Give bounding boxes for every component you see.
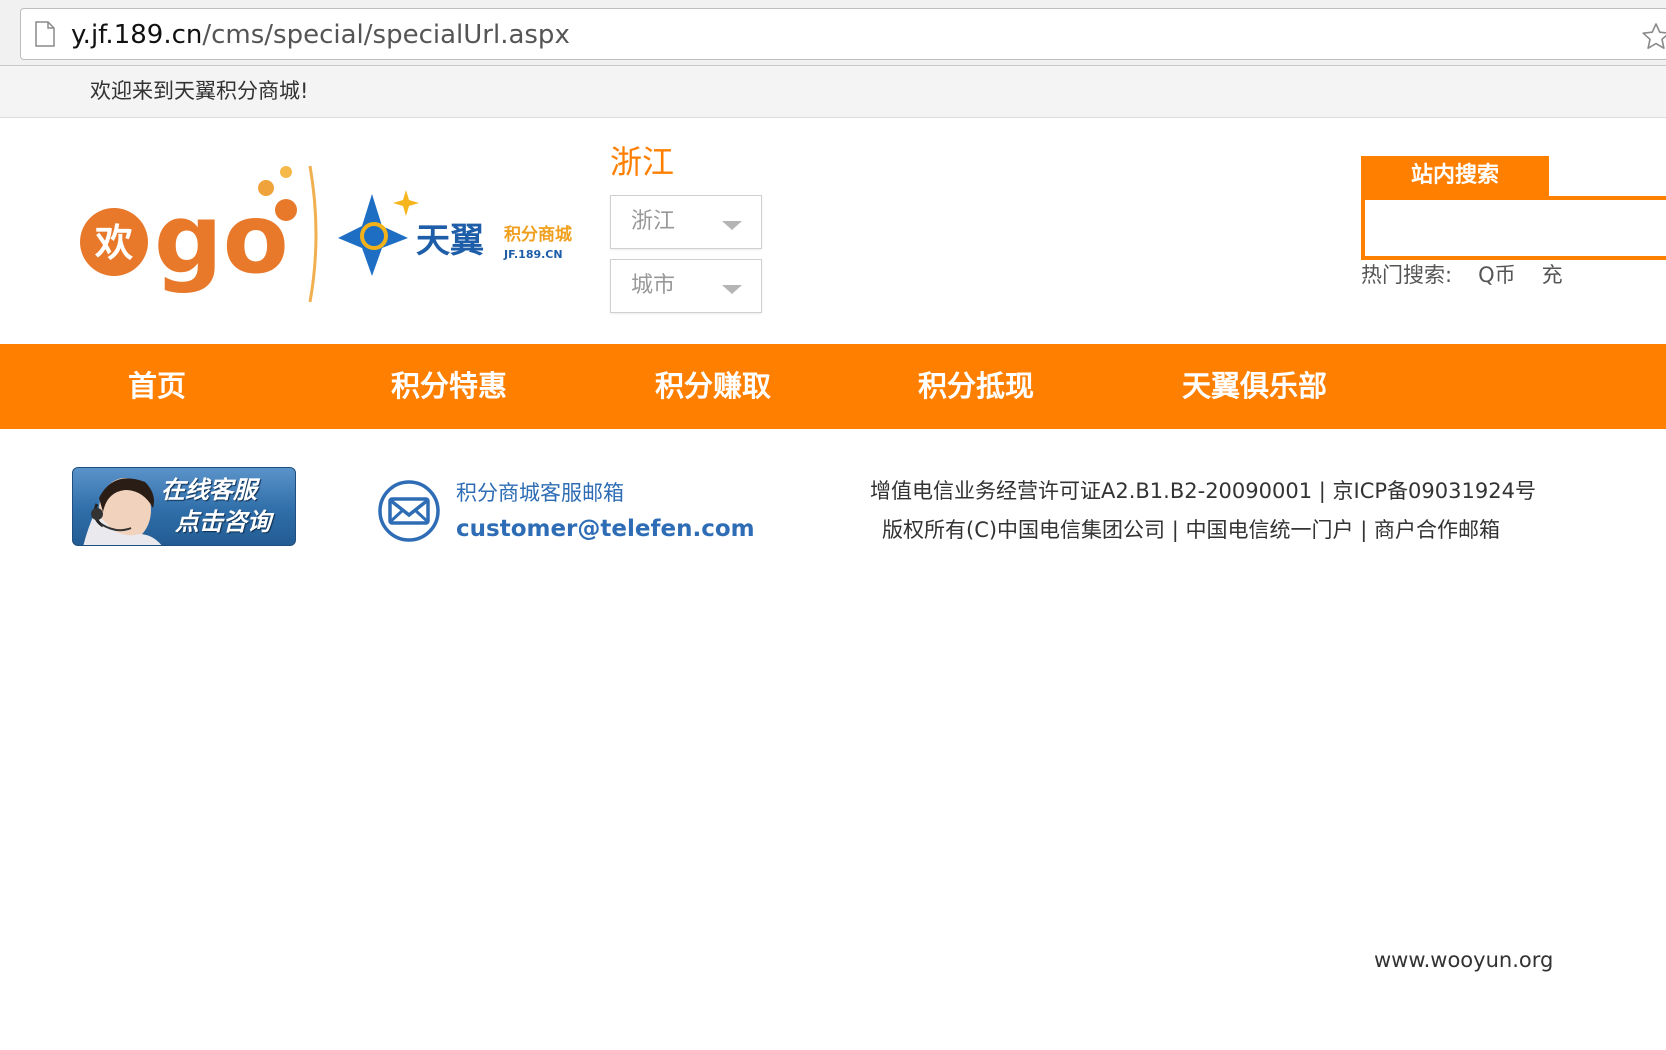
separator: | [1318, 479, 1326, 503]
merchant-mail-link[interactable]: 商户合作邮箱 [1374, 518, 1500, 542]
telecom-permit: 增值电信业务经营许可证A2.B1.B2-20090001 [870, 479, 1313, 503]
svg-text:go: go [154, 183, 289, 295]
nav-item-points-cash[interactable]: 积分抵现 [918, 368, 1034, 404]
watermark: www.wooyun.org [1374, 948, 1554, 972]
svg-text:JF.189.CN: JF.189.CN [503, 248, 563, 261]
service-mail-address[interactable]: customer@telefen.com [456, 515, 755, 543]
svg-text:欢: 欢 [94, 221, 133, 265]
url-host: y.jf.189.cn [71, 20, 203, 50]
welcome-bar: 欢迎来到天翼积分商城! [0, 66, 1666, 118]
online-service-button[interactable]: 在线客服 点击咨询 [72, 467, 296, 546]
copyright-line: 版权所有(C)中国电信集团公司 | 中国电信统一门户 | 商户合作邮箱 [882, 516, 1500, 544]
service-line-online: 在线客服 [161, 476, 257, 504]
portal-link[interactable]: 中国电信统一门户 [1186, 518, 1354, 542]
search-input-wrapper [1361, 196, 1666, 260]
hot-search-link-qcoin[interactable]: Q币 [1478, 263, 1516, 287]
service-mail-title: 积分商城客服邮箱 [456, 481, 624, 505]
search-input[interactable] [1365, 200, 1666, 256]
hot-search-link-recharge[interactable]: 充 [1542, 263, 1563, 287]
page-icon [35, 21, 55, 47]
bookmark-star-icon[interactable] [1641, 22, 1666, 50]
nav-item-home[interactable]: 首页 [128, 368, 186, 404]
license-line: 增值电信业务经营许可证A2.B1.B2-20090001 | 京ICP备0903… [870, 477, 1536, 505]
huan-go-logo[interactable]: 欢 go [76, 160, 326, 310]
svg-text:天翼: 天翼 [416, 221, 484, 261]
nav-item-points-deals[interactable]: 积分特惠 [391, 368, 507, 404]
city-select[interactable]: 城市 [610, 259, 762, 313]
nav-item-tianyi-club[interactable]: 天翼俱乐部 [1182, 368, 1327, 404]
city-select-value: 城市 [631, 273, 676, 298]
url-path: /cms/special/specialUrl.aspx [202, 20, 570, 50]
svg-text:积分商城: 积分商城 [504, 224, 572, 245]
tianyi-jf-logo[interactable]: 天翼 积分商城 JF.189.CN [336, 186, 586, 278]
main-nav: 首页 积分特惠 积分赚取 积分抵现 天翼俱乐部 [0, 344, 1666, 429]
separator: | [1171, 518, 1179, 542]
chevron-down-icon [722, 285, 742, 294]
mail-icon [378, 480, 440, 542]
province-select-value: 浙江 [631, 209, 676, 234]
separator: | [1360, 518, 1368, 542]
service-line-consult: 点击咨询 [175, 508, 271, 536]
province-select[interactable]: 浙江 [610, 195, 762, 249]
browser-toolbar: y.jf.189.cn/cms/special/specialUrl.aspx [0, 0, 1666, 66]
copyright-link[interactable]: 版权所有(C)中国电信集团公司 [882, 518, 1165, 542]
icp-link[interactable]: 京ICP备09031924号 [1333, 479, 1536, 503]
nav-item-earn-points[interactable]: 积分赚取 [655, 368, 771, 404]
headset-agent-icon [83, 478, 162, 545]
chevron-down-icon [722, 221, 742, 230]
hot-search: 热门搜索: Q币 充 [1361, 262, 1563, 288]
address-bar[interactable]: y.jf.189.cn/cms/special/specialUrl.aspx [20, 8, 1666, 60]
url-text[interactable]: y.jf.189.cn/cms/special/specialUrl.aspx [71, 20, 570, 50]
site-search-tab[interactable]: 站内搜索 [1361, 156, 1549, 196]
welcome-text: 欢迎来到天翼积分商城! [90, 79, 309, 103]
hot-search-label: 热门搜索: [1361, 263, 1453, 287]
current-region: 浙江 [610, 143, 675, 181]
